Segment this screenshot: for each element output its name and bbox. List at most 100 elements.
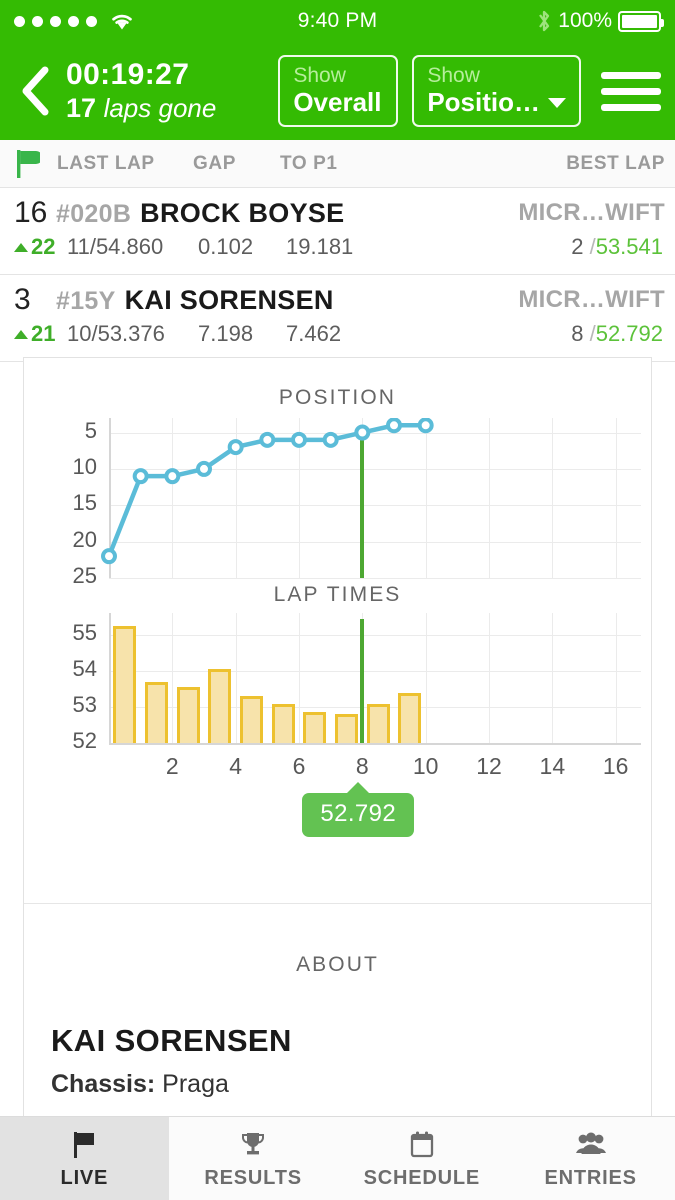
x-axis-tick-label: 4 (229, 753, 243, 779)
green-flag-icon (16, 150, 43, 178)
show-position-value: Positio… (427, 88, 566, 116)
row-delta: 22 (14, 234, 55, 260)
tab-schedule-label: SCHEDULE (363, 1166, 481, 1189)
gridline-vertical (615, 613, 617, 743)
triangle-up-icon (14, 242, 28, 252)
best-lap-separator: / (583, 321, 596, 346)
x-axis-tick-label: 6 (292, 753, 306, 779)
driver-detail-card: POSITION 5 10 15 20 25 LAP TIMES 52 53 54 55 2 4 6… (23, 357, 652, 1200)
y-axis-tick-label: 53 (72, 691, 97, 717)
show-overall-value: Overall (293, 86, 383, 117)
row-position: 3 (14, 283, 31, 316)
back-chevron-icon[interactable] (18, 65, 52, 117)
card-divider (24, 903, 651, 904)
y-axis-tick-label: 52 (72, 728, 97, 753)
row-to-p1: 19.181 (286, 234, 354, 259)
tab-entries[interactable]: ENTRIES (506, 1117, 675, 1200)
bar[interactable] (145, 682, 168, 743)
bottom-tab-bar: LIVE RESULTS SCHEDULE ENTRIES (0, 1116, 675, 1200)
show-position-button[interactable]: Show Positio… (412, 54, 581, 128)
x-axis-tick-label: 12 (476, 753, 502, 779)
position-chart: 5 10 15 20 25 (24, 418, 651, 588)
gridline-vertical (172, 613, 174, 743)
tab-results[interactable]: RESULTS (169, 1117, 338, 1200)
column-last-lap: LAST LAP (57, 152, 155, 174)
show-overall-label: Show (293, 63, 346, 87)
bar[interactable] (303, 711, 327, 743)
row-stats: 21 10/53.376 7.198 7.462 8 /52.792 (10, 319, 665, 351)
column-gap: GAP (193, 152, 236, 174)
row-gap: 7.198 (198, 321, 254, 346)
people-icon (575, 1128, 607, 1162)
gridline-vertical (425, 613, 427, 743)
status-bar-right: 100% (536, 9, 664, 33)
table-row[interactable]: 16 #020B BROCK BOYSE MICR…WIFT 22 11/54.… (0, 188, 675, 275)
hamburger-menu-icon[interactable] (601, 71, 661, 111)
bar[interactable] (240, 696, 263, 743)
laps-label: laps gone (103, 93, 217, 124)
row-stats: 22 11/54.860 0.102 19.181 2 /53.541 (10, 232, 665, 264)
gridline-horizontal (109, 670, 641, 672)
selected-lap-marker (360, 619, 365, 743)
bar[interactable] (335, 714, 358, 743)
row-driver-name: KAI SORENSEN (124, 285, 334, 315)
calendar-icon (407, 1128, 437, 1162)
bar[interactable] (113, 625, 137, 743)
row-last-lap: 11/54.860 (67, 234, 164, 259)
tab-results-label: RESULTS (204, 1166, 302, 1189)
lap-times-chart-title: LAP TIMES (273, 583, 402, 606)
row-team-name: MICR…WIFT (518, 199, 665, 226)
row-best-lap-time: 53.541 (595, 234, 663, 259)
gridline-horizontal (109, 634, 641, 636)
gridline-vertical (235, 613, 237, 743)
about-driver-name: KAI SORENSEN (51, 1023, 292, 1058)
triangle-up-icon (14, 329, 28, 339)
column-best-lap: BEST LAP (566, 152, 665, 174)
row-team-name: MICR…WIFT (518, 286, 665, 313)
column-to-p1: TO P1 (280, 152, 338, 174)
laps-gone: 17 laps gone (66, 94, 216, 123)
about-chassis-value: Praga (162, 1070, 229, 1098)
row-delta-value: 21 (31, 321, 56, 346)
y-axis-tick-label: 55 (72, 619, 97, 645)
bar[interactable] (366, 704, 390, 743)
row-to-p1: 7.462 (286, 321, 342, 346)
position-chart-title: POSITION (278, 386, 397, 409)
row-best-lap-number: 2 (571, 234, 584, 259)
x-axis-line (109, 743, 641, 745)
bar[interactable] (176, 687, 200, 743)
battery-full-icon (618, 10, 664, 32)
row-position: 16 (14, 196, 48, 229)
row-delta: 21 (14, 321, 55, 347)
battery-percent-label: 100% (558, 9, 612, 32)
y-axis-line (109, 613, 111, 743)
row-driver-name: BROCK BOYSE (140, 198, 345, 228)
tab-live-label: LIVE (60, 1166, 109, 1189)
race-clock: 00:19:27 (66, 58, 190, 92)
row-car-number: #15Y (56, 287, 116, 315)
nav-bar: 00:19:27 17 laps gone Show Overall Show … (0, 42, 675, 140)
show-overall-value-text: Overall (293, 86, 382, 117)
bar[interactable] (398, 693, 422, 743)
gridline-horizontal (109, 578, 641, 579)
row-delta-value: 22 (31, 234, 56, 259)
row-gap: 0.102 (198, 234, 254, 259)
x-axis-tick-label: 2 (165, 753, 179, 779)
show-overall-button[interactable]: Show Overall (278, 54, 399, 128)
x-axis-tick-label: 14 (539, 753, 566, 779)
bar[interactable] (208, 669, 232, 743)
about-chassis-label: Chassis: (51, 1070, 156, 1098)
row-main: 16 #020B BROCK BOYSE MICR…WIFT (10, 196, 665, 232)
y-axis-tick-label: 54 (72, 655, 97, 681)
x-axis-tick-label: 10 (412, 753, 439, 779)
about-chassis: Chassis: Praga (51, 1070, 229, 1099)
tab-live[interactable]: LIVE (0, 1117, 169, 1200)
row-last-lap: 10/53.376 (67, 321, 165, 346)
column-header: LAST LAP GAP TO P1 BEST LAP (0, 140, 675, 188)
nav-buttons: Show Overall Show Positio… (278, 54, 661, 128)
table-row[interactable]: 3 #15Y KAI SORENSEN MICR…WIFT 21 10/53.3… (0, 275, 675, 362)
lap-time-tooltip: 52.792 (302, 793, 415, 837)
tab-schedule[interactable]: SCHEDULE (338, 1117, 507, 1200)
bar[interactable] (271, 704, 295, 743)
tab-entries-label: ENTRIES (544, 1166, 637, 1189)
